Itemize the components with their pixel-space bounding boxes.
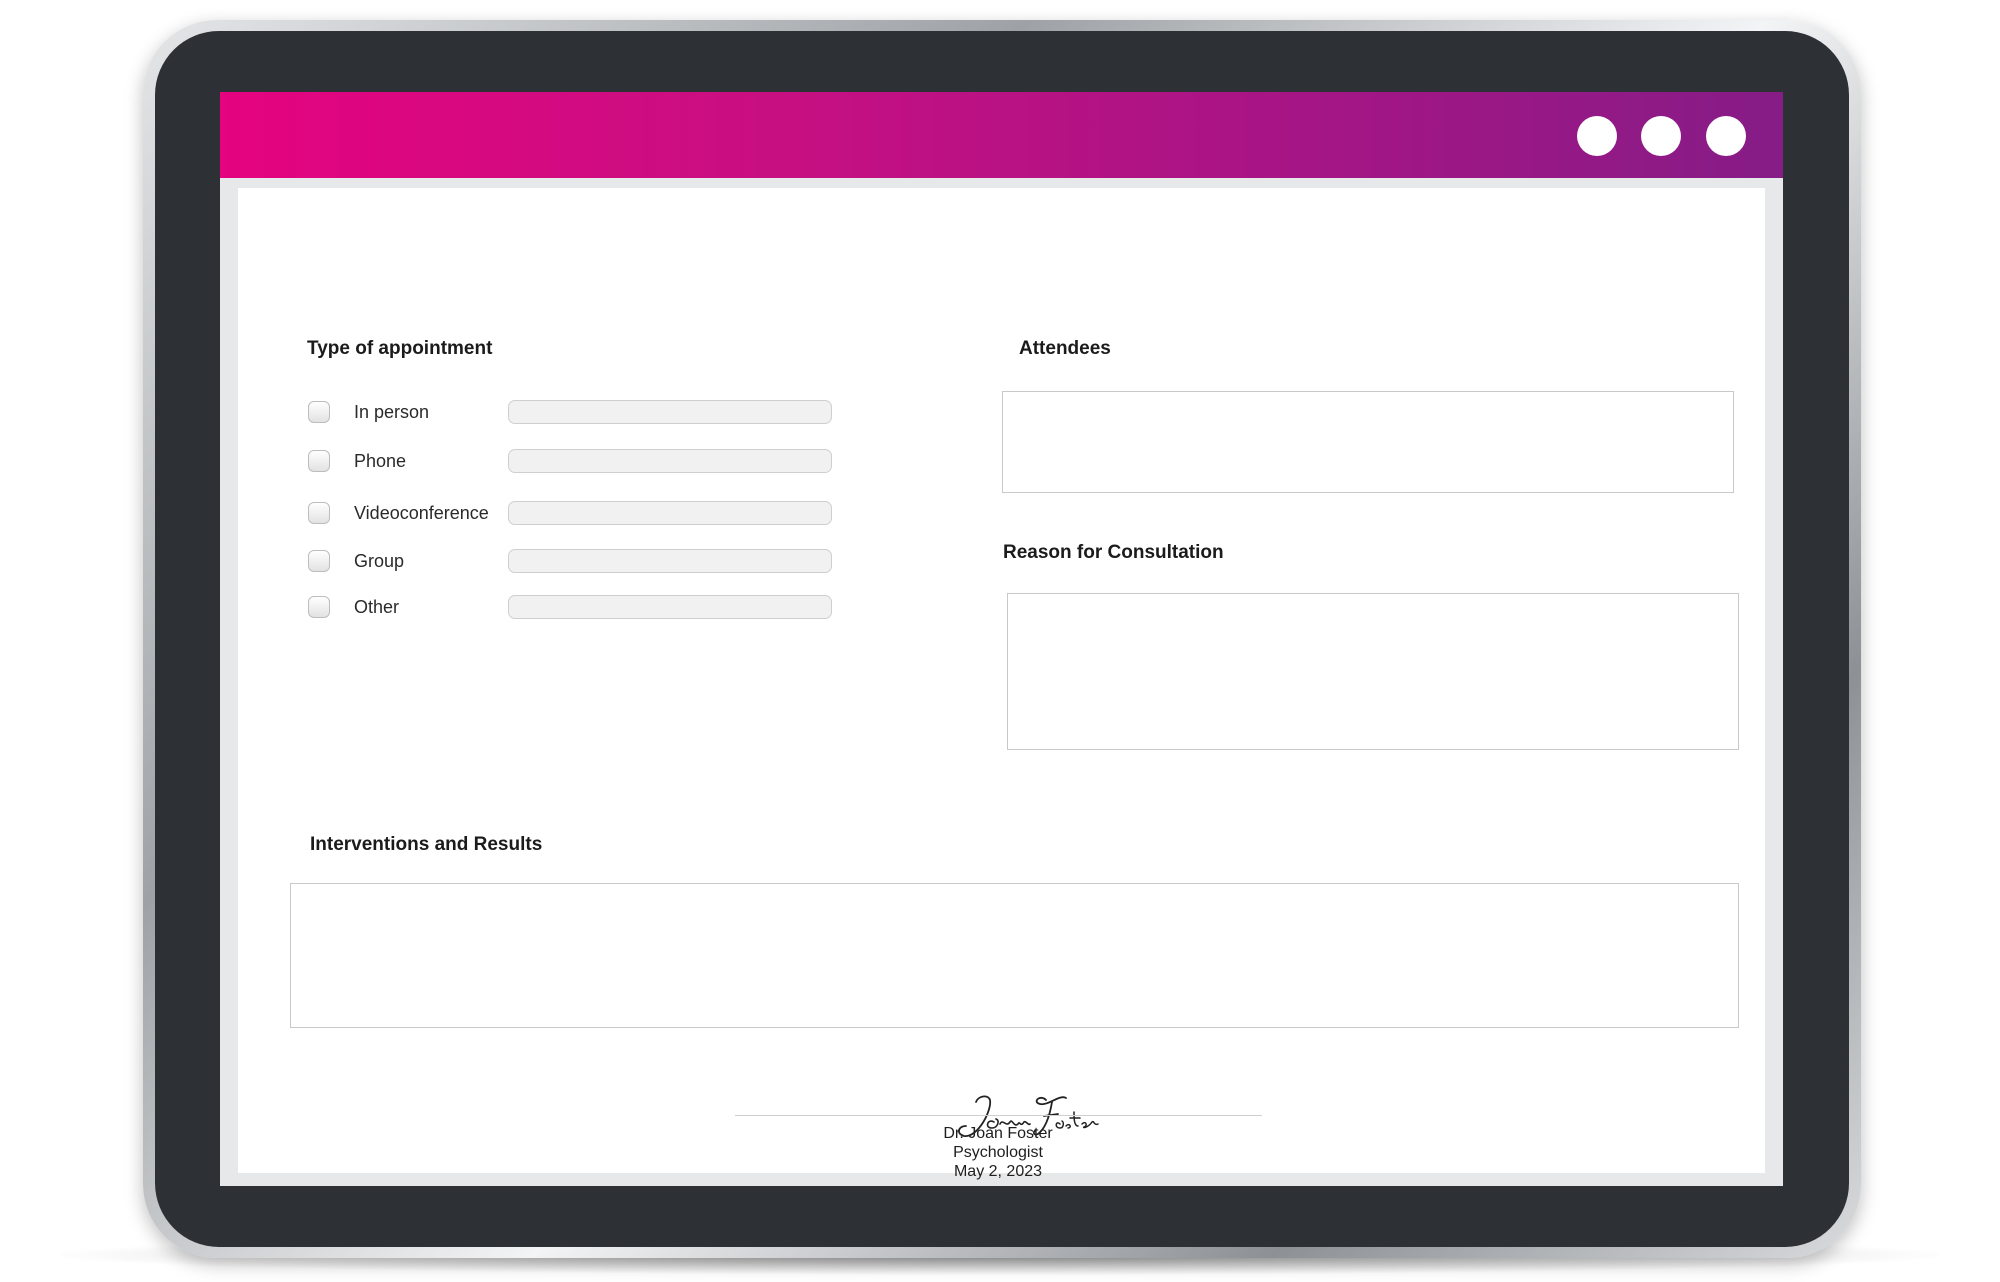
interventions-and-results-heading: Interventions and Results (310, 834, 543, 855)
attendees-heading: Attendees (1019, 338, 1111, 359)
form-page: Type of appointment In person Phone Vide… (238, 188, 1765, 1180)
option-row-group: Group (308, 549, 868, 576)
reason-for-consultation-heading: Reason for Consultation (1003, 542, 1224, 563)
signature-date: May 2, 2023 (953, 1163, 1043, 1180)
group-field[interactable] (508, 549, 832, 573)
type-of-appointment-heading: Type of appointment (307, 338, 493, 359)
group-label: Group (354, 551, 405, 571)
option-row-phone: Phone (308, 449, 868, 476)
phone-field[interactable] (508, 449, 832, 473)
other-field[interactable] (508, 595, 832, 619)
option-row-other: Other (308, 595, 868, 622)
group-checkbox[interactable] (308, 550, 330, 572)
attendees-input[interactable] (1002, 391, 1734, 493)
app-header-bar (220, 92, 1783, 178)
option-row-in-person: In person (308, 400, 868, 427)
other-label: Other (354, 597, 400, 617)
signer-name: Dr. Joan Foster (943, 1125, 1053, 1142)
in-person-field[interactable] (508, 400, 832, 424)
phone-checkbox[interactable] (308, 450, 330, 472)
tablet-screen: Type of appointment In person Phone Vide… (220, 92, 1783, 1186)
other-checkbox[interactable] (308, 596, 330, 618)
option-row-videoconference: Videoconference (308, 501, 868, 528)
signer-title: Psychologist (953, 1144, 1043, 1161)
videoconference-label: Videoconference (354, 503, 489, 523)
phone-label: Phone (354, 451, 407, 471)
videoconference-field[interactable] (508, 501, 832, 525)
reason-for-consultation-input[interactable] (1007, 593, 1739, 750)
in-person-checkbox[interactable] (308, 401, 330, 423)
in-person-label: In person (354, 402, 430, 422)
window-control-dot-3[interactable] (1706, 116, 1746, 156)
window-control-dot-1[interactable] (1577, 116, 1617, 156)
videoconference-checkbox[interactable] (308, 502, 330, 524)
interventions-and-results-input[interactable] (290, 883, 1739, 1028)
signature-line (735, 1115, 1262, 1116)
window-control-dot-2[interactable] (1641, 116, 1681, 156)
